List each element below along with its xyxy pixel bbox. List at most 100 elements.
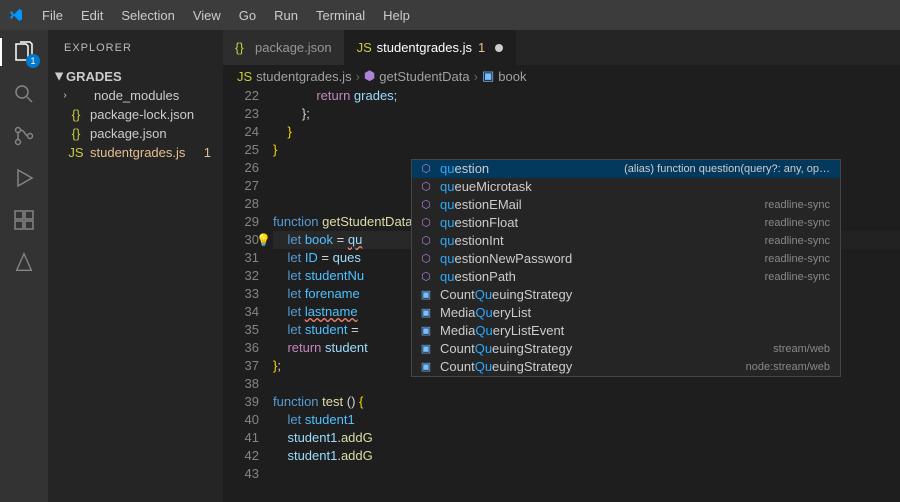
menu-go[interactable]: Go <box>231 4 264 27</box>
suggestion-detail: readline-sync <box>765 250 834 268</box>
code-line[interactable]: student1.addG <box>273 429 900 447</box>
suggestion-item[interactable]: ⬡questionFloatreadline-sync <box>412 214 840 232</box>
suggestion-item[interactable]: ▣MediaQueryListEvent <box>412 322 840 340</box>
section-label: GRADES <box>66 69 122 84</box>
menu-file[interactable]: File <box>34 4 71 27</box>
variable-icon: ▣ <box>418 340 434 358</box>
code-line[interactable]: }; <box>273 105 900 123</box>
method-icon: ⬡ <box>418 214 434 232</box>
problems-badge: 1 <box>204 145 215 160</box>
sidebar-section-header[interactable]: ▶ GRADES <box>48 67 223 86</box>
method-icon: ⬡ <box>418 196 434 214</box>
code-line[interactable]: student1.addG <box>273 447 900 465</box>
tab[interactable]: JSstudentgrades.js 1 <box>345 30 517 65</box>
suggestion-item[interactable]: ⬡question(alias) function question(query… <box>412 160 840 178</box>
suggestion-item[interactable]: ▣CountQueuingStrategystream/web <box>412 340 840 358</box>
azure-icon[interactable] <box>10 248 38 276</box>
suggestion-detail: stream/web <box>773 340 834 358</box>
tab-label: package.json <box>255 40 332 55</box>
code-line[interactable] <box>273 375 900 393</box>
suggestion-item[interactable]: ▣ MediaQueryList <box>412 304 840 322</box>
json-file-icon: {} <box>68 126 84 141</box>
suggestion-label: queueMicrotask <box>440 178 830 196</box>
breadcrumb[interactable]: JS studentgrades.js › ⬢ getStudentData ›… <box>223 65 900 87</box>
activitybar: 1 <box>0 30 48 502</box>
breadcrumb-function[interactable]: getStudentData <box>379 69 469 84</box>
menu-view[interactable]: View <box>185 4 229 27</box>
tree-label: studentgrades.js <box>90 145 185 160</box>
code-line[interactable]: let student1 <box>273 411 900 429</box>
code-line[interactable]: return grades; <box>273 87 900 105</box>
dirty-indicator-icon <box>495 44 503 52</box>
chevron-right-icon: › <box>356 69 360 84</box>
lightbulb-icon[interactable]: 💡 <box>256 231 271 249</box>
code-line[interactable]: } <box>273 141 900 159</box>
suggestion-detail: readline-sync <box>765 232 834 250</box>
suggestion-item[interactable]: ▣ CountQueuingStrategy <box>412 286 840 304</box>
code-line[interactable]: } <box>273 123 900 141</box>
menu-terminal[interactable]: Terminal <box>308 4 373 27</box>
tree-item[interactable]: {} package.json <box>48 124 223 143</box>
extensions-icon[interactable] <box>10 206 38 234</box>
breadcrumb-file[interactable]: studentgrades.js <box>256 69 351 84</box>
variable-icon: ▣ <box>418 286 434 304</box>
code-line[interactable] <box>273 465 900 483</box>
suggestion-label: questionPath <box>440 268 765 286</box>
suggestion-label: MediaQueryList <box>440 304 830 322</box>
titlebar: FileEditSelectionViewGoRunTerminalHelp <box>0 0 900 30</box>
method-icon: ⬡ <box>418 250 434 268</box>
line-gutter: 2223242526272829303132333435363738394041… <box>223 87 273 502</box>
suggestion-detail: readline-sync <box>765 268 834 286</box>
tab[interactable]: {} package.json <box>223 30 345 65</box>
variable-icon: ▣ <box>482 68 494 84</box>
explorer-icon[interactable]: 1 <box>10 38 38 66</box>
search-icon[interactable] <box>10 80 38 108</box>
tab-label: studentgrades.js <box>377 40 472 55</box>
json-file-icon: {} <box>235 40 249 55</box>
suggestion-item[interactable]: ⬡ questionEMailreadline-sync <box>412 196 840 214</box>
suggestion-label: question <box>440 160 624 178</box>
suggestion-label: CountQueuingStrategy <box>440 286 830 304</box>
minimap[interactable] <box>840 87 900 502</box>
code-line[interactable]: function test () { <box>273 393 900 411</box>
source-control-icon[interactable] <box>10 122 38 150</box>
tree-item[interactable]: JS studentgrades.js 1 <box>48 143 223 162</box>
suggestion-item[interactable]: ⬡questionIntreadline-sync <box>412 232 840 250</box>
tree-item[interactable]: ›node_modules <box>48 86 223 105</box>
suggestion-detail: readline-sync <box>765 196 834 214</box>
tab-bar: {}package.jsonJSstudentgrades.js 1 <box>223 30 900 65</box>
suggestion-label: questionInt <box>440 232 765 250</box>
editor: {}package.jsonJSstudentgrades.js 1 JS st… <box>223 30 900 502</box>
code-editor[interactable]: 2223242526272829303132333435363738394041… <box>223 87 900 502</box>
js-file-icon: JS <box>357 40 371 55</box>
intellisense-popup[interactable]: ⬡ question(alias) function question(query… <box>411 159 841 377</box>
chevron-down-icon: ▶ <box>54 70 65 84</box>
js-file-icon: JS <box>68 145 84 160</box>
variable-icon: ▣ <box>418 304 434 322</box>
menu-edit[interactable]: Edit <box>73 4 111 27</box>
suggestion-item[interactable]: ⬡questionNewPasswordreadline-sync <box>412 250 840 268</box>
sidebar: EXPLORER ▶ GRADES ›node_modules{}package… <box>48 30 223 502</box>
code-content[interactable]: return grades; }; }}function getStudentD… <box>273 87 900 502</box>
method-icon: ⬡ <box>418 178 434 196</box>
breadcrumb-var[interactable]: book <box>498 69 526 84</box>
suggestion-item[interactable]: ▣CountQueuingStrategynode:stream/web <box>412 358 840 376</box>
suggestion-label: MediaQueryListEvent <box>440 322 830 340</box>
tree-label: package.json <box>90 126 167 141</box>
json-file-icon: {} <box>68 107 84 122</box>
menu-help[interactable]: Help <box>375 4 418 27</box>
tree-label: node_modules <box>94 88 179 103</box>
vscode-logo-icon <box>8 7 24 23</box>
js-file-icon: JS <box>237 69 252 84</box>
tree-item[interactable]: {}package-lock.json <box>48 105 223 124</box>
run-debug-icon[interactable] <box>10 164 38 192</box>
suggestion-detail: (alias) function question(query?: any, o… <box>624 160 834 178</box>
suggestion-item[interactable]: ⬡questionPathreadline-sync <box>412 268 840 286</box>
menubar: FileEditSelectionViewGoRunTerminalHelp <box>34 4 418 27</box>
menu-selection[interactable]: Selection <box>113 4 182 27</box>
suggestion-item[interactable]: ⬡ queueMicrotask <box>412 178 840 196</box>
suggestion-detail: readline-sync <box>765 214 834 232</box>
chevron-right-icon: › <box>474 69 478 84</box>
menu-run[interactable]: Run <box>266 4 306 27</box>
suggestion-label: questionEMail <box>440 196 765 214</box>
